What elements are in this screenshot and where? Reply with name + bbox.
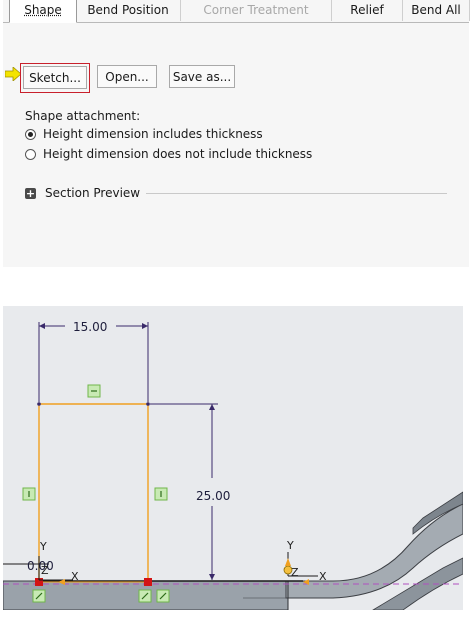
svg-text:Z: Z bbox=[291, 566, 299, 579]
divider bbox=[146, 193, 447, 194]
pointer-arrow-icon bbox=[5, 67, 21, 81]
save-as-button[interactable]: Save as... bbox=[169, 65, 235, 88]
svg-text:X: X bbox=[319, 570, 327, 583]
expand-plus-icon[interactable]: + bbox=[25, 187, 36, 199]
tab-corner-treatment: Corner Treatment bbox=[181, 0, 332, 21]
vertex-point-top-right[interactable] bbox=[146, 402, 150, 406]
constraint-horizontal-icon[interactable] bbox=[87, 384, 101, 398]
radio-button[interactable] bbox=[25, 148, 36, 160]
tab-shape[interactable]: Shape bbox=[9, 0, 77, 23]
constraint-vertical-left-icon[interactable] bbox=[22, 487, 36, 501]
svg-text:X: X bbox=[71, 570, 79, 583]
tab-bar: Shape Bend Position Corner Treatment Rel… bbox=[3, 0, 470, 23]
shape-attachment-heading: Shape attachment: bbox=[25, 109, 141, 123]
coordinate-system-right: Y X Z bbox=[283, 539, 327, 585]
sketch-profile[interactable] bbox=[38, 403, 149, 582]
sketch-viewport[interactable]: 15.00 25.00 0.00 Y X Z Y X Z bbox=[3, 306, 463, 610]
radio-includes-thickness[interactable]: Height dimension includes thickness bbox=[25, 126, 263, 142]
sheetmetal-part bbox=[3, 491, 463, 610]
height-dimension-value: 25.00 bbox=[196, 489, 230, 503]
radio-excludes-thickness[interactable]: Height dimension does not include thickn… bbox=[25, 146, 312, 162]
vertex-marker-mid[interactable] bbox=[144, 578, 152, 586]
section-preview-group[interactable]: + Section Preview bbox=[25, 186, 447, 200]
constraint-point-mid-icon[interactable] bbox=[138, 589, 152, 603]
svg-text:Y: Y bbox=[286, 539, 294, 552]
radio-label: Height dimension includes thickness bbox=[43, 127, 263, 141]
svg-text:Z: Z bbox=[41, 564, 49, 577]
section-preview-label: Section Preview bbox=[45, 186, 141, 200]
open-button[interactable]: Open... bbox=[97, 65, 157, 88]
width-dimension-value: 15.00 bbox=[73, 320, 107, 334]
vertex-point-top-left[interactable] bbox=[37, 402, 41, 406]
tab-relief[interactable]: Relief bbox=[332, 0, 403, 21]
sheetmetal-flange-dialog: Shape Bend Position Corner Treatment Rel… bbox=[3, 0, 470, 267]
constraint-point-left-icon[interactable] bbox=[32, 589, 46, 603]
tab-bend-all[interactable]: Bend All bbox=[403, 0, 470, 21]
radio-label: Height dimension does not include thickn… bbox=[43, 147, 313, 161]
radio-button[interactable] bbox=[25, 128, 36, 140]
constraint-point-right-icon[interactable] bbox=[156, 589, 170, 603]
tab-bend-position[interactable]: Bend Position bbox=[76, 0, 181, 21]
svg-text:Y: Y bbox=[39, 540, 47, 553]
constraint-vertical-right-icon[interactable] bbox=[154, 487, 168, 501]
sketch-button[interactable]: Sketch... bbox=[23, 66, 87, 89]
